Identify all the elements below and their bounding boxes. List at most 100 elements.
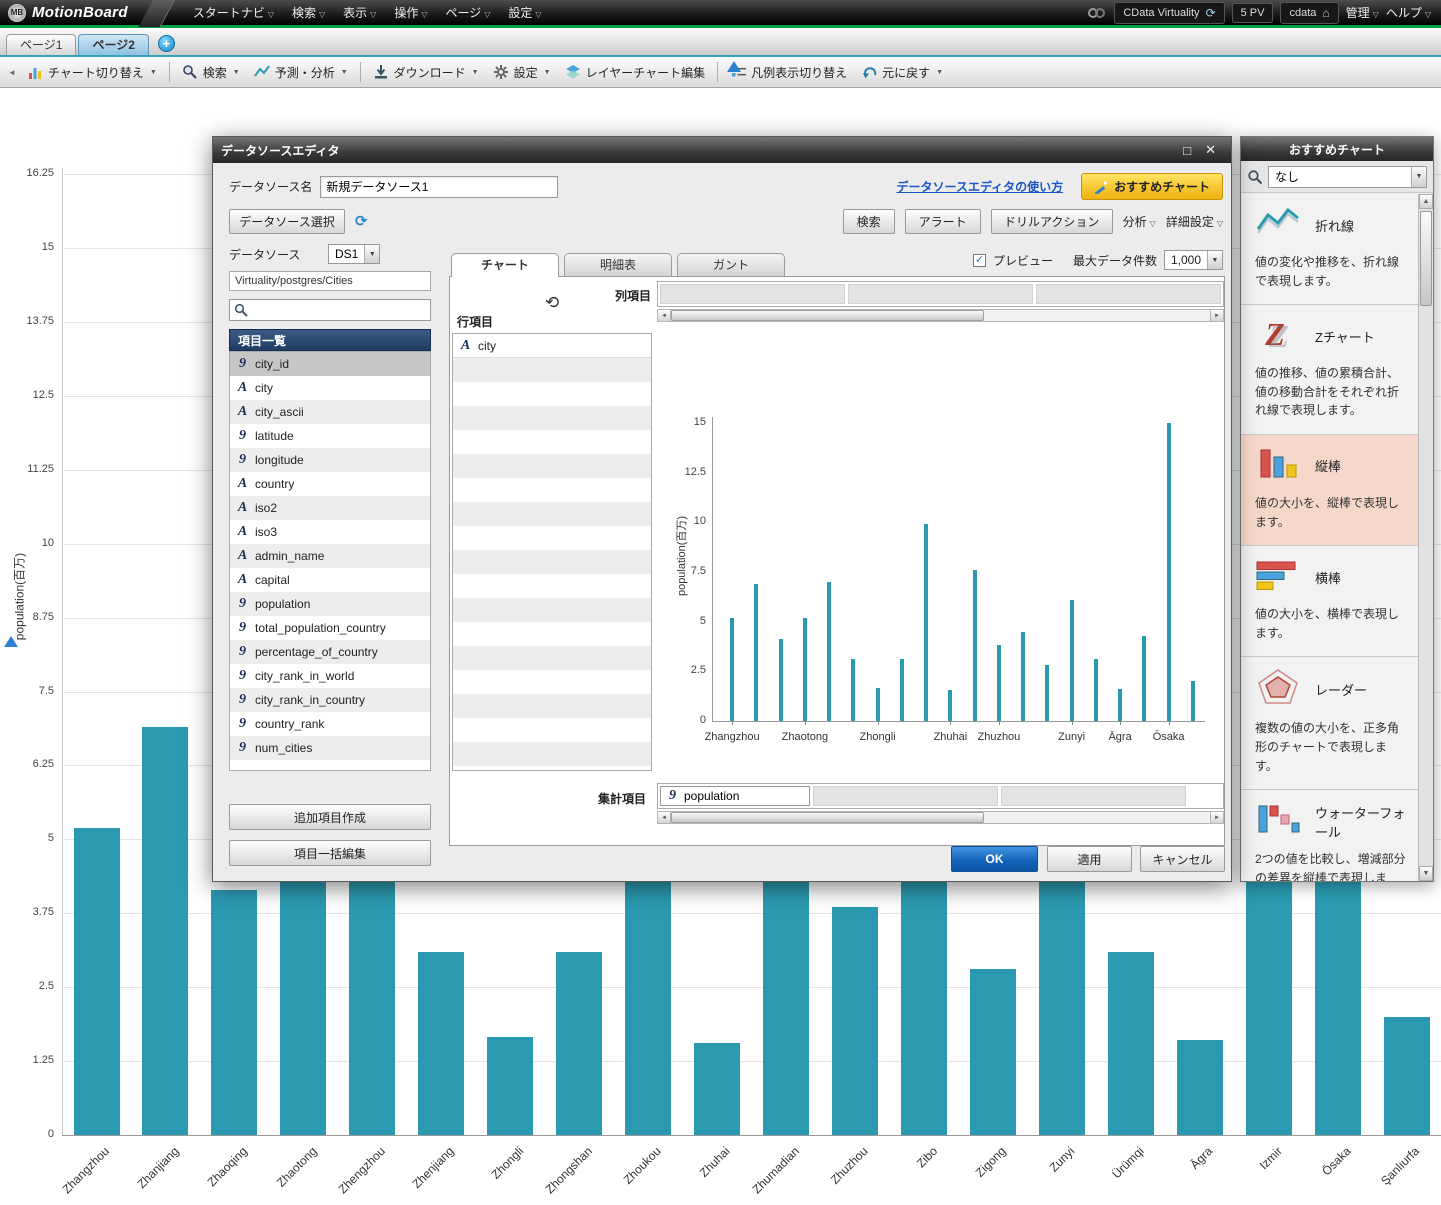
analysis-menu[interactable]: 分析▽ (1123, 213, 1156, 230)
field-item[interactable]: 9country_rank (230, 712, 430, 736)
search-button[interactable]: 検索 (843, 209, 895, 234)
toolbar-collapse-button[interactable]: ◄ (4, 68, 20, 77)
field-item[interactable]: Acountry (230, 472, 430, 496)
recommend-chart-item-2[interactable]: 縦棒値の大小を、縦棒で表現します。 (1241, 435, 1418, 546)
preview-chart-bar[interactable] (973, 570, 977, 721)
field-item[interactable]: Aiso2 (230, 496, 430, 520)
main-chart-bar[interactable] (74, 828, 120, 1136)
add-page-button[interactable]: + (158, 35, 175, 52)
preview-chart-bar[interactable] (1045, 665, 1049, 721)
row-items-box[interactable]: Acity (452, 333, 652, 771)
field-item[interactable]: Acapital (230, 568, 430, 592)
recommend-chart-button[interactable]: おすすめチャート (1081, 173, 1223, 200)
recommend-chart-item-3[interactable]: 横棒値の大小を、横棒で表現します。 (1241, 546, 1418, 657)
preview-chart-bar[interactable] (1191, 681, 1195, 721)
main-chart-bar[interactable] (1246, 881, 1292, 1135)
aggregate-items-scrollbar[interactable]: ◄ ► (657, 811, 1224, 824)
cancel-button[interactable]: キャンセル (1140, 846, 1225, 872)
tab-gantt[interactable]: ガント (677, 253, 785, 276)
preview-chart-bar[interactable] (779, 639, 783, 722)
top-menu-5[interactable]: 設定▽ (508, 4, 541, 21)
page-tab-2[interactable]: ページ2 (78, 34, 148, 55)
row-item[interactable]: Acity (453, 334, 651, 358)
scroll-down-icon[interactable]: ▼ (1419, 866, 1433, 881)
field-search-box[interactable] (229, 299, 431, 321)
preview-chart-bar[interactable] (1142, 636, 1146, 721)
toolbar-item-4[interactable]: 設定▼ (486, 61, 558, 84)
preview-chart-bar[interactable] (730, 618, 734, 721)
main-chart-bar[interactable] (1177, 1040, 1223, 1135)
recommend-chart-item-5[interactable]: ウォーターフォール2つの値を比較し、増減部分の差異を縦棒で表現します。 (1241, 790, 1418, 881)
field-item[interactable]: Aadmin_name (230, 544, 430, 568)
main-chart-bar[interactable] (1108, 952, 1154, 1135)
preview-chart-bar[interactable] (803, 618, 807, 721)
admin-menu[interactable]: 管理▽ (1346, 4, 1379, 21)
chevron-down-icon[interactable]: ▼ (364, 245, 379, 263)
main-chart-bar[interactable] (211, 890, 257, 1135)
connection-chip[interactable]: CData Virtuality ⟳ (1114, 2, 1224, 24)
main-chart-bar[interactable] (556, 952, 602, 1135)
preview-chart-bar[interactable] (1118, 689, 1122, 721)
preview-chart-bar[interactable] (851, 659, 855, 721)
aggregate-items-box[interactable]: 9population (657, 783, 1224, 809)
add-field-button[interactable]: 追加項目作成 (229, 804, 431, 830)
toolbar-item-1[interactable]: 検索▼ (175, 61, 247, 84)
field-item[interactable]: 9num_cities (230, 736, 430, 760)
field-item[interactable]: Aiso3 (230, 520, 430, 544)
swap-axes-icon[interactable]: ⟲ (545, 293, 559, 313)
field-item[interactable]: 9total_population_country (230, 616, 430, 640)
toolbar-item-0[interactable]: チャート切り替え▼ (20, 61, 164, 84)
axis-marker-icon[interactable] (4, 636, 18, 647)
top-menu-4[interactable]: ページ▽ (445, 4, 490, 21)
preview-chart-bar[interactable] (924, 524, 928, 721)
column-items-scrollbar[interactable]: ◄ ► (657, 309, 1224, 322)
preview-chart-bar[interactable] (1094, 659, 1098, 721)
datasource-select[interactable]: DS1 ▼ (328, 244, 380, 264)
field-item[interactable]: Acity (230, 376, 430, 400)
scrollbar-thumb[interactable] (1420, 211, 1432, 306)
close-button[interactable]: ✕ (1198, 142, 1223, 158)
preview-checkbox[interactable]: ✓ (973, 254, 986, 267)
scrollbar-thumb[interactable] (671, 812, 984, 823)
datasource-name-input[interactable] (320, 176, 558, 198)
field-item[interactable]: 9longitude (230, 448, 430, 472)
refresh-icon[interactable]: ⟳ (1206, 6, 1216, 20)
select-datasource-button[interactable]: データソース選択 (229, 209, 345, 234)
scrollbar-thumb[interactable] (671, 310, 984, 321)
refresh-datasource-icon[interactable]: ⟳ (355, 212, 368, 230)
field-item[interactable]: 9population (230, 592, 430, 616)
toolbar-item-7[interactable]: 元に戻す▼ (854, 61, 950, 84)
main-chart-bar[interactable] (1384, 1017, 1430, 1135)
main-chart-bar[interactable] (142, 727, 188, 1135)
apply-button[interactable]: 適用 (1047, 846, 1132, 872)
chevron-down-icon[interactable]: ▼ (1411, 167, 1426, 187)
toolbar-item-2[interactable]: 予測・分析▼ (247, 61, 355, 84)
toolbar-item-5[interactable]: レイヤーチャート編集 (558, 61, 713, 84)
chevron-down-icon[interactable]: ▼ (1207, 251, 1222, 269)
recommend-scrollbar[interactable]: ▲ ▼ (1418, 194, 1433, 881)
preview-chart-bar[interactable] (1070, 600, 1074, 721)
top-menu-0[interactable]: スタートナビ▽ (193, 4, 274, 21)
preview-chart-bar[interactable] (1167, 423, 1171, 721)
scrollbar-track[interactable] (671, 812, 1210, 823)
main-chart-bar[interactable] (970, 969, 1016, 1135)
field-item[interactable]: 9city_rank_in_country (230, 688, 430, 712)
main-chart-bar[interactable] (418, 952, 464, 1135)
preview-chart-bar[interactable] (1021, 632, 1025, 721)
main-chart-bar[interactable] (487, 1037, 533, 1135)
preview-chart-bar[interactable] (876, 688, 880, 721)
recommend-chart-item-0[interactable]: 折れ線値の変化や推移を、折れ線で表現します。 (1241, 194, 1418, 305)
drill-action-button[interactable]: ドリルアクション (991, 209, 1113, 234)
preview-chart-bar[interactable] (900, 659, 904, 721)
help-menu[interactable]: ヘルプ▽ (1386, 4, 1431, 21)
preview-chart-bar[interactable] (948, 690, 952, 721)
field-item[interactable]: Acity_ascii (230, 400, 430, 424)
alert-button[interactable]: アラート (905, 209, 981, 234)
top-menu-3[interactable]: 操作▽ (394, 4, 427, 21)
home-icon[interactable]: ⌂ (1322, 6, 1329, 20)
scrollbar-track[interactable] (671, 310, 1210, 321)
maximize-button[interactable]: □ (1176, 143, 1198, 158)
main-chart-bar[interactable] (694, 1043, 740, 1135)
field-item[interactable]: 9city_rank_in_world (230, 664, 430, 688)
scroll-up-icon[interactable]: ▲ (1419, 194, 1433, 209)
